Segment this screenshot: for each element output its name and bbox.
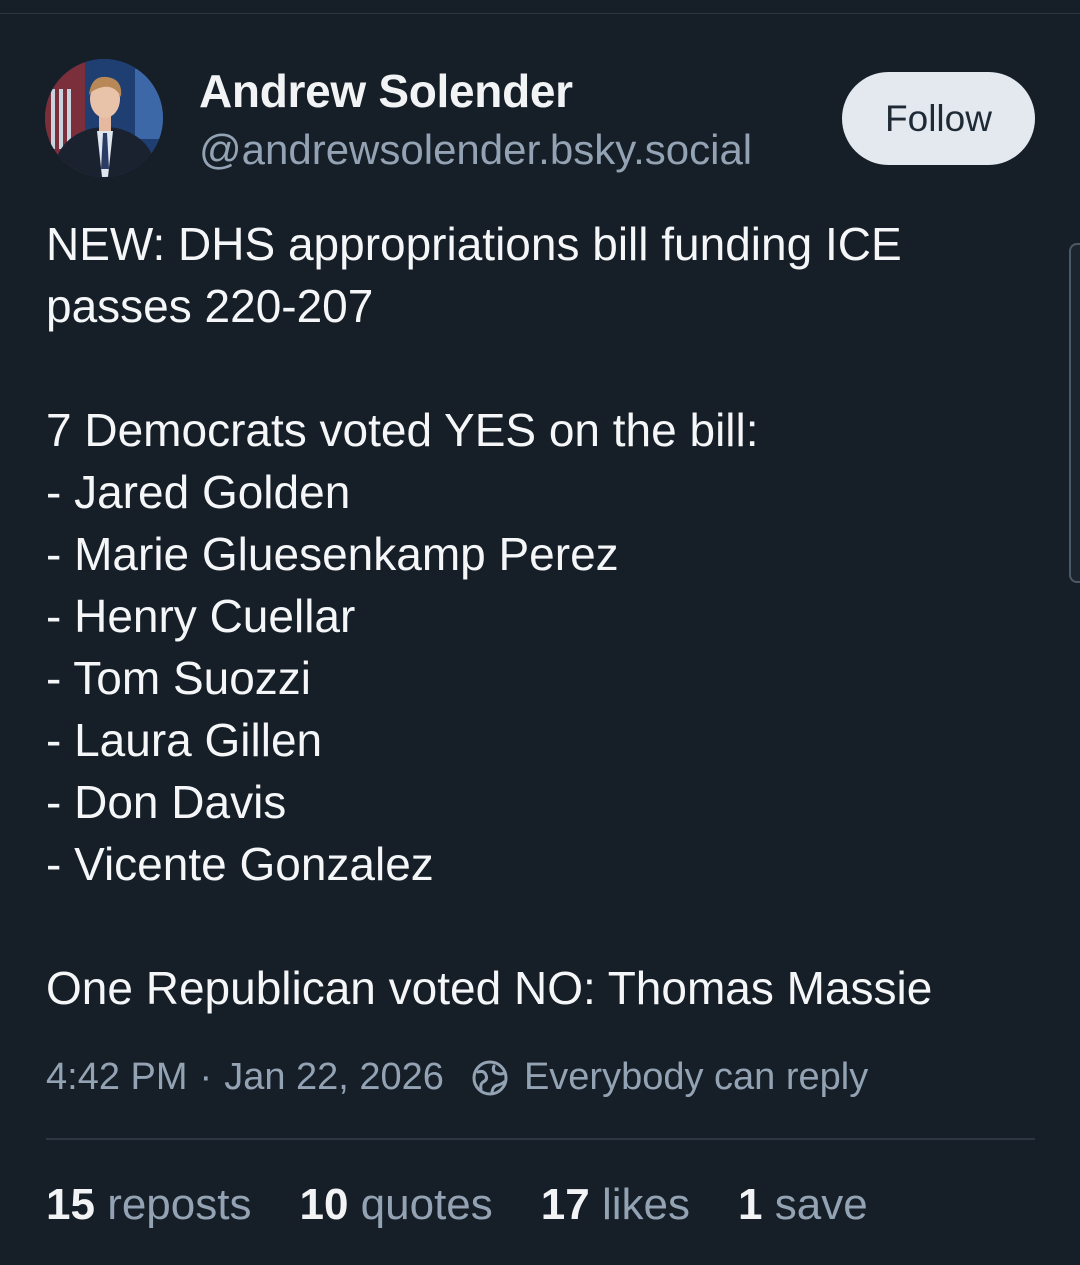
stat-quotes[interactable]: 10 quotes — [299, 1180, 492, 1230]
stat-count: 1 — [738, 1180, 763, 1229]
reply-setting-label: Everybody can reply — [523, 1056, 869, 1098]
stat-reposts[interactable]: 15 reposts — [46, 1180, 251, 1230]
avatar-image — [45, 59, 163, 177]
stat-count: 10 — [299, 1180, 349, 1229]
stat-count: 15 — [46, 1180, 95, 1229]
post-date[interactable]: Jan 22, 2026 — [224, 1056, 444, 1099]
post-text-line: - Jared Golden — [46, 466, 351, 518]
stat-label: likes — [601, 1180, 690, 1229]
post-text-line: - Laura Gillen — [46, 714, 323, 766]
post-meta: 4:42 PM · Jan 22, 2026 Everybody can rep… — [46, 1056, 868, 1099]
globe-icon — [470, 1058, 510, 1098]
author-handle[interactable]: @andrewsolender.bsky.social — [199, 126, 752, 174]
post-text-line: - Marie Gluesenkamp Perez — [46, 528, 619, 580]
stat-saves[interactable]: 1 save — [738, 1180, 868, 1230]
post-text-line: - Henry Cuellar — [46, 590, 356, 642]
stat-likes[interactable]: 17 likes — [541, 1180, 690, 1230]
post-text-line: - Don Davis — [46, 776, 287, 828]
stat-label: quotes — [360, 1180, 493, 1229]
stat-label: save — [774, 1180, 868, 1229]
post-text-line: - Tom Suozzi — [46, 652, 312, 704]
stats-divider — [46, 1138, 1035, 1140]
stat-label: reposts — [107, 1180, 252, 1229]
post-text-line: passes 220-207 — [46, 280, 374, 332]
post-stats: 15 reposts 10 quotes 17 likes 1 save — [46, 1180, 916, 1230]
post-time[interactable]: 4:42 PM — [46, 1056, 188, 1099]
follow-button[interactable]: Follow — [842, 72, 1035, 165]
scrollbar[interactable] — [1069, 243, 1080, 583]
post-text-line: One Republican voted NO: Thomas Massie — [46, 962, 933, 1014]
stat-count: 17 — [540, 1180, 590, 1229]
author-name[interactable]: Andrew Solender — [199, 64, 573, 118]
reply-setting[interactable]: Everybody can reply — [470, 1056, 868, 1099]
post-text-line: - Vicente Gonzalez — [46, 838, 434, 890]
top-divider — [0, 13, 1080, 14]
post-text-line: NEW: DHS appropriations bill funding ICE — [46, 218, 902, 270]
meta-separator: · — [199, 1056, 213, 1098]
avatar[interactable] — [45, 59, 163, 177]
post-text-line: 7 Democrats voted YES on the bill: — [46, 404, 759, 456]
